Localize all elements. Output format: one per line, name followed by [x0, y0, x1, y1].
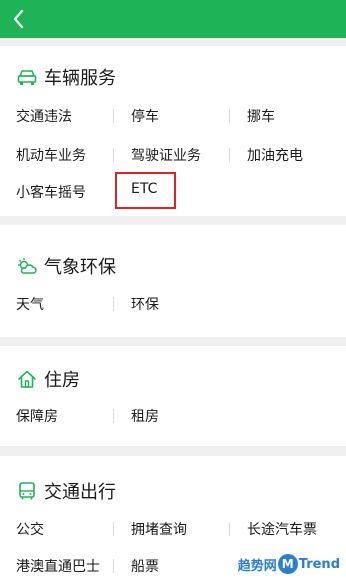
divider: [113, 297, 114, 311]
divider: [113, 409, 114, 423]
housing-section: 住房: [0, 346, 346, 446]
menu-item-move-car[interactable]: 挪车: [247, 106, 275, 126]
divider: [229, 148, 230, 162]
menu-item-driver-license-business[interactable]: 驾驶证业务: [131, 145, 201, 165]
divider: [113, 109, 114, 123]
menu-item-coach-tickets[interactable]: 长途汽车票: [247, 519, 317, 539]
watermark-logo: M: [277, 554, 298, 574]
divider: [113, 148, 114, 162]
bus-icon: [19, 482, 35, 500]
menu-item-environment[interactable]: 环保: [131, 294, 159, 314]
menu-item-motor-vehicle-business[interactable]: 机动车业务: [16, 145, 86, 165]
divider: [113, 559, 114, 573]
divider: [229, 522, 230, 536]
section-title-text: 车辆服务: [44, 68, 116, 89]
divider: [113, 522, 114, 536]
menu-item-fuel-charging[interactable]: 加油充电: [247, 145, 303, 165]
weather-icon: [18, 258, 37, 274]
menu-item-congestion-query[interactable]: 拥堵查询: [131, 519, 187, 539]
section-title-text: 住房: [44, 370, 80, 391]
car-icon: [17, 70, 37, 85]
weather-environment-section: 气象环保: [0, 225, 346, 337]
menu-item-hk-macau-bus[interactable]: 港澳直通巴士: [16, 556, 100, 576]
divider: [229, 109, 230, 123]
menu-item-traffic-violation[interactable]: 交通违法: [16, 106, 72, 126]
section-title-text: 交通出行: [44, 482, 116, 503]
menu-item-weather[interactable]: 天气: [16, 294, 44, 314]
menu-item-ferry-tickets[interactable]: 船票: [131, 556, 159, 576]
menu-item-rental[interactable]: 租房: [131, 406, 159, 426]
section-title-vehicle-services: 车辆服务: [16, 64, 116, 90]
menu-item-affordable-housing[interactable]: 保障房: [16, 406, 58, 426]
house-icon: [18, 370, 36, 388]
section-title-housing: 住房: [16, 366, 80, 392]
watermark-right-text: Trend: [298, 556, 340, 572]
section-title-weather-environment: 气象环保: [16, 253, 116, 279]
menu-item-car-lottery[interactable]: 小客车摇号: [16, 182, 86, 202]
section-title-transportation: 交通出行: [16, 478, 116, 504]
section-title-text: 气象环保: [44, 257, 116, 278]
menu-item-bus[interactable]: 公交: [16, 519, 44, 539]
watermark-left-text: 趋势网: [237, 558, 277, 574]
back-arrow-icon[interactable]: [8, 6, 30, 32]
watermark: 趋势网 M Trend: [238, 554, 340, 574]
menu-item-etc[interactable]: ETC: [131, 181, 157, 197]
menu-item-parking[interactable]: 停车: [131, 106, 159, 126]
top-app-bar: [0, 0, 346, 38]
